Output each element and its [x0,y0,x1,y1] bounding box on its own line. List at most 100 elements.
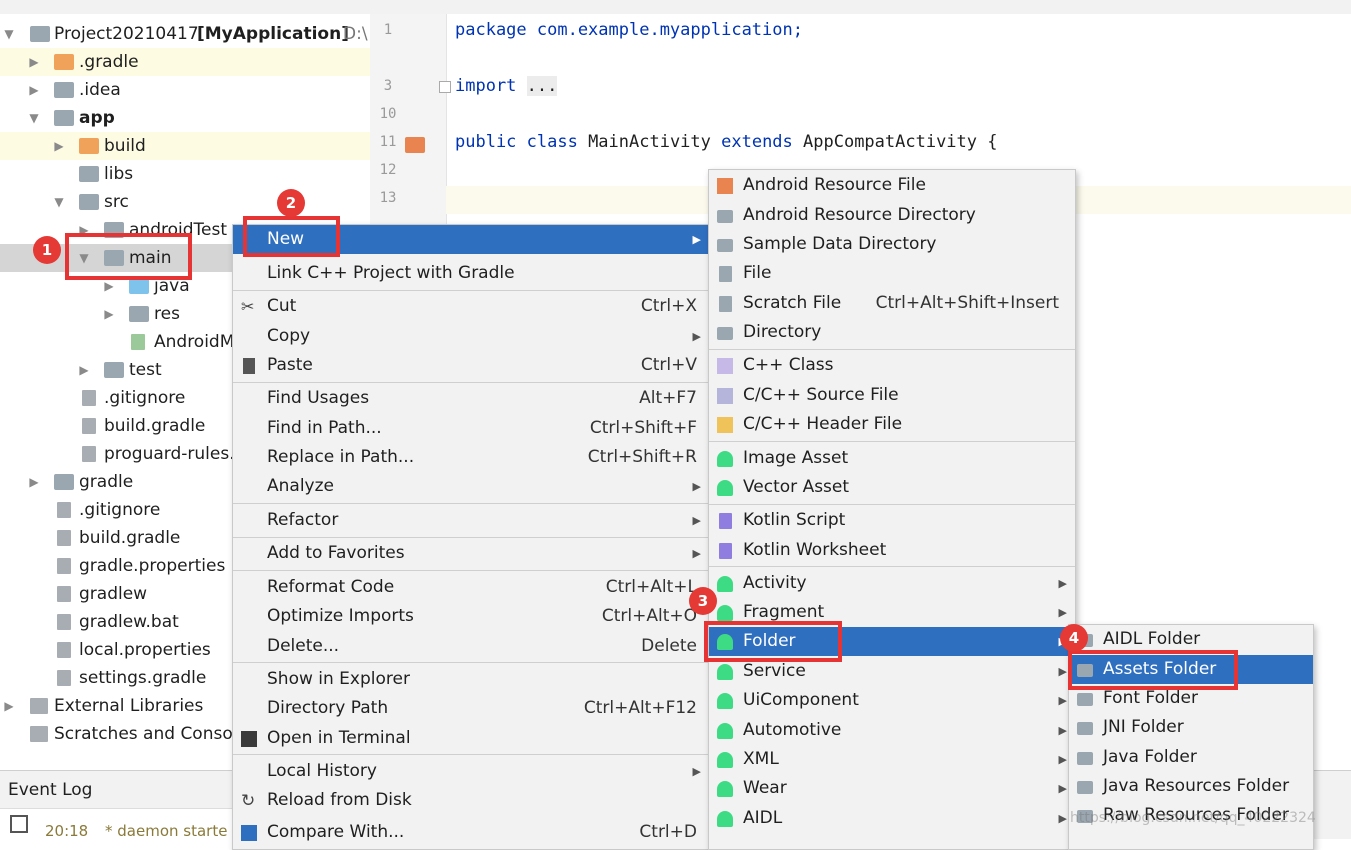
scissors-icon: ✂ [241,297,255,316]
menu-item-activity[interactable]: Activity ▶ [709,569,1075,598]
annotation-badge-2: 2 [277,189,305,217]
menu-item-label: Refactor [267,510,339,530]
menu-item-label: Android Resource Directory [743,205,976,225]
menu-item-optimize-imports[interactable]: Optimize Imports Ctrl+Alt+O [233,602,709,631]
tree-item-label: build.gradle [104,416,206,436]
menu-item-automotive[interactable]: Automotive ▶ [709,716,1075,745]
new-submenu[interactable]: Android Resource File Android Resource D… [708,169,1076,850]
chevron-right-icon[interactable]: ▶ [27,48,41,76]
menu-item-add-favorites[interactable]: Add to Favorites ▶ [233,539,709,568]
menu-item-reload[interactable]: ↻ Reload from Disk [233,786,709,815]
menu-separator [233,537,709,538]
menu-item-label: Scratch File [743,293,842,313]
layout-gutter-icon[interactable] [405,137,425,153]
menu-item-directory-path[interactable]: Directory Path Ctrl+Alt+F12 [233,694,709,723]
menu-item-directory[interactable]: Directory [709,318,1075,347]
chevron-right-icon[interactable]: ▶ [2,692,16,720]
menu-item-scratch-file[interactable]: Scratch File Ctrl+Alt+Shift+Insert [709,289,1075,318]
menu-item-file[interactable]: File [709,259,1075,288]
chevron-down-icon[interactable]: ▼ [2,20,16,48]
tree-item-label: External Libraries [54,696,204,716]
shortcut: Ctrl+Shift+F [589,418,697,438]
android-icon [717,480,733,496]
menu-item-label: Reformat Code [267,577,395,597]
tree-item-idea[interactable]: ▶ .idea [0,76,370,104]
submenu-arrow-icon: ▶ [692,547,701,560]
menu-item-jni-folder[interactable]: JNI Folder [1069,713,1313,742]
tree-item-build[interactable]: ▶ build [0,132,370,160]
menu-item-cpp-class[interactable]: C++ Class [709,351,1075,380]
menu-item-label: C/C++ Source File [743,385,899,405]
source-folder-icon [129,278,149,294]
tool-window-header [0,0,1351,15]
menu-item-reformat[interactable]: Reformat Code Ctrl+Alt+L [233,573,709,602]
menu-item-link-cpp[interactable]: Link C++ Project with Gradle [233,259,709,288]
menu-item-find-in-path[interactable]: Find in Path... Ctrl+Shift+F [233,414,709,443]
tree-item-src[interactable]: ▼ src [0,188,370,216]
menu-item-cpp-source[interactable]: C/C++ Source File [709,381,1075,410]
menu-item-cut[interactable]: ✂ Cut Ctrl+X [233,292,709,321]
menu-item-cpp-header[interactable]: C/C++ Header File [709,410,1075,439]
menu-item-show-explorer[interactable]: Show in Explorer [233,665,709,694]
menu-item-label: Kotlin Script [743,510,846,530]
kotlin-icon [719,513,732,529]
menu-item-kotlin-script[interactable]: Kotlin Script [709,506,1075,535]
menu-item-label: Replace in Path... [267,447,415,467]
menu-item-paste[interactable]: Paste Ctrl+V [233,351,709,380]
context-menu[interactable]: New ▶ Link C++ Project with Gradle ✂ Cut Ct… [232,224,710,850]
menu-item-label: Sample Data Directory [743,234,937,254]
tree-item-gradle-dir[interactable]: ▶ .gradle [0,48,370,76]
tree-item-label: .gitignore [79,500,161,520]
package-statement: package com.example.myapplication; [455,20,803,40]
checkbox-icon[interactable] [10,815,28,833]
menu-item-label: Open in Terminal [267,728,411,748]
fold-icon[interactable] [439,81,451,93]
menu-item-sample-data-directory[interactable]: Sample Data Directory [709,230,1075,259]
menu-item-xml[interactable]: XML ▶ [709,745,1075,774]
menu-item-delete[interactable]: Delete... Delete [233,632,709,661]
menu-item-analyze[interactable]: Analyze ▶ [233,472,709,501]
menu-item-android-resource-directory[interactable]: Android Resource Directory [709,201,1075,230]
chevron-right-icon[interactable]: ▶ [52,132,66,160]
shortcut: Ctrl+V [640,355,697,375]
menu-item-copy[interactable]: Copy ▶ [233,322,709,351]
menu-item-wear[interactable]: Wear ▶ [709,774,1075,803]
folded-imports[interactable]: ... [526,76,558,96]
menu-item-java-folder[interactable]: Java Folder [1069,743,1313,772]
menu-item-kotlin-worksheet[interactable]: Kotlin Worksheet [709,536,1075,565]
tree-item-app[interactable]: ▼ app [0,104,370,132]
menu-item-find-usages[interactable]: Find Usages Alt+F7 [233,384,709,413]
chevron-right-icon[interactable]: ▶ [102,300,116,328]
manifest-icon [131,334,145,350]
chevron-down-icon[interactable]: ▼ [27,104,41,132]
module-folder-icon [30,26,50,42]
menu-item-aidl[interactable]: AIDL ▶ [709,804,1075,833]
menu-item-open-terminal[interactable]: Open in Terminal [233,724,709,753]
shortcut: Ctrl+Alt+Shift+Insert [875,293,1059,313]
menu-item-image-asset[interactable]: Image Asset [709,444,1075,473]
annotation-box-4 [1068,650,1238,690]
folder-icon [79,166,99,182]
menu-item-vector-asset[interactable]: Vector Asset [709,473,1075,502]
chevron-right-icon[interactable]: ▶ [27,468,41,496]
menu-item-android-resource-file[interactable]: Android Resource File [709,171,1075,200]
menu-item-java-resources-folder[interactable]: Java Resources Folder [1069,772,1313,801]
chevron-right-icon[interactable]: ▶ [77,356,91,384]
submenu-arrow-icon: ▶ [692,480,701,493]
menu-item-local-history[interactable]: Local History ▶ [233,757,709,786]
tree-item-libs[interactable]: libs [0,160,370,188]
android-icon [717,752,733,768]
event-log-title[interactable]: Event Log [8,780,92,800]
tree-root[interactable]: ▼ Project20210417 [MyApplication] D:\ [0,20,370,48]
annotation-box-2 [243,216,340,257]
menu-item-compare[interactable]: Compare With... Ctrl+D [233,818,709,847]
menu-item-refactor[interactable]: Refactor ▶ [233,506,709,535]
chevron-down-icon[interactable]: ▼ [52,188,66,216]
chevron-right-icon[interactable]: ▶ [27,76,41,104]
code-line-11: public class MainActivity extends AppCom… [455,132,997,152]
resource-file-icon [717,178,733,194]
menu-item-replace-in-path[interactable]: Replace in Path... Ctrl+Shift+R [233,443,709,472]
properties-icon [57,558,71,574]
menu-item-label: XML [743,749,779,769]
menu-item-uicomponent[interactable]: UiComponent ▶ [709,686,1075,715]
